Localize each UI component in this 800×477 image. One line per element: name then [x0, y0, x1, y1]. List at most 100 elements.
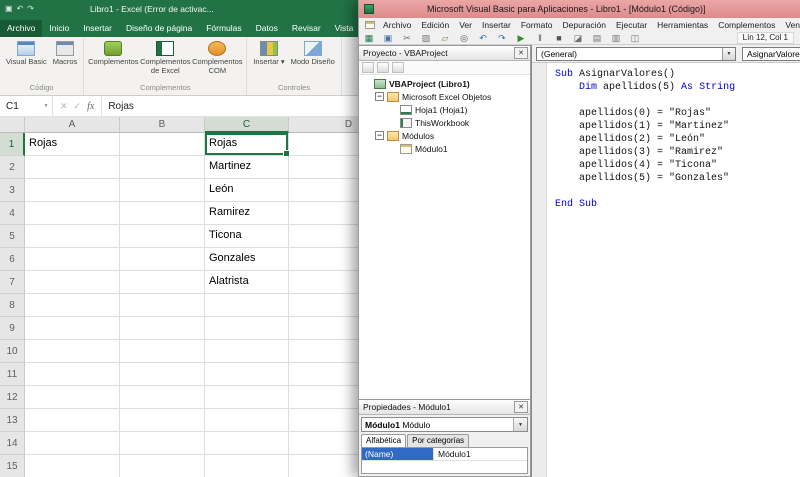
select-all-corner[interactable] — [0, 117, 25, 133]
row-header-7[interactable]: 7 — [0, 271, 25, 294]
column-header-A[interactable]: A — [25, 117, 120, 133]
ribbon-tab-inicio[interactable]: Inicio — [42, 20, 76, 37]
cell-D13[interactable] — [289, 409, 362, 432]
cell-A3[interactable] — [25, 179, 120, 202]
tree-item-modulos[interactable]: − Módulos — [359, 129, 530, 142]
cell-C15[interactable] — [205, 455, 289, 477]
object-selector[interactable]: Módulo1 Módulo ▼ — [361, 417, 528, 432]
ribbon-button-complementos-de-excel[interactable]: Complementos de Excel — [139, 39, 191, 77]
row-header-6[interactable]: 6 — [0, 248, 25, 271]
menu-complementos[interactable]: Complementos — [713, 20, 780, 30]
ribbon-tab-insertar[interactable]: Insertar — [76, 20, 119, 37]
row-header-4[interactable]: 4 — [0, 202, 25, 225]
cell-A10[interactable] — [25, 340, 120, 363]
cell-D10[interactable] — [289, 340, 362, 363]
ribbon-tab-formulas[interactable]: Fórmulas — [199, 20, 248, 37]
menu-edicion[interactable]: Edición — [416, 20, 454, 30]
properties-window-icon[interactable]: ▥ — [610, 32, 622, 44]
tree-item-microsoft-excel-objetos[interactable]: − Microsoft Excel Objetos — [359, 90, 530, 103]
cell-A7[interactable] — [25, 271, 120, 294]
project-explorer-icon[interactable]: ▤ — [591, 32, 603, 44]
cell-D8[interactable] — [289, 294, 362, 317]
cell-A8[interactable] — [25, 294, 120, 317]
cell-B12[interactable] — [120, 386, 205, 409]
cell-A14[interactable] — [25, 432, 120, 455]
cell-A2[interactable] — [25, 156, 120, 179]
run-icon[interactable]: ▶ — [515, 32, 527, 44]
formula-bar[interactable]: Rojas — [102, 96, 362, 116]
code-editor-text[interactable]: Sub AsignarValores() Dim apellidos(5) As… — [547, 63, 800, 477]
copy-icon[interactable]: ▨ — [420, 32, 432, 44]
ribbon-tab-diseno-de-pagina[interactable]: Diseño de página — [119, 20, 199, 37]
cell-C7[interactable]: Alatrista — [205, 271, 289, 294]
cell-A12[interactable] — [25, 386, 120, 409]
view-excel-icon[interactable]: ▦ — [363, 32, 375, 44]
row-header-9[interactable]: 9 — [0, 317, 25, 340]
cell-B11[interactable] — [120, 363, 205, 386]
menu-formato[interactable]: Formato — [516, 20, 558, 30]
cell-C3[interactable]: León — [205, 179, 289, 202]
toggle-folders-icon[interactable] — [392, 62, 404, 73]
column-header-C[interactable]: C — [205, 117, 289, 133]
ribbon-button-macros[interactable]: Macros — [50, 39, 81, 69]
tree-item-vbaproject-libro1[interactable]: VBAProject (Libro1) — [359, 77, 530, 90]
expander-icon[interactable]: − — [375, 92, 384, 101]
cell-C5[interactable]: Ticona — [205, 225, 289, 248]
ribbon-tab-archivo[interactable]: Archivo — [0, 20, 43, 37]
cell-B8[interactable] — [120, 294, 205, 317]
tree-item-modulo1[interactable]: Módulo1 — [359, 142, 530, 155]
cell-B5[interactable] — [120, 225, 205, 248]
undo-icon[interactable]: ↶ — [17, 4, 24, 14]
cell-C9[interactable] — [205, 317, 289, 340]
break-icon[interactable]: ‖ — [534, 32, 546, 44]
cell-D9[interactable] — [289, 317, 362, 340]
row-header-1[interactable]: 1 — [0, 133, 25, 156]
cell-B14[interactable] — [120, 432, 205, 455]
cell-B9[interactable] — [120, 317, 205, 340]
menu-ver[interactable]: Ver — [454, 20, 477, 30]
save-icon[interactable]: ▣ — [382, 32, 394, 44]
insert-function-icon[interactable]: fx — [87, 101, 94, 112]
cell-A4[interactable] — [25, 202, 120, 225]
name-box-dropdown-icon[interactable]: ▼ — [40, 96, 53, 116]
ribbon-button-insertar[interactable]: Insertar ▾ — [250, 39, 287, 69]
ribbon-tab-vista[interactable]: Vista — [328, 20, 361, 37]
cell-B15[interactable] — [120, 455, 205, 477]
cell-A1[interactable]: Rojas — [25, 133, 120, 156]
cell-C2[interactable]: Martinez — [205, 156, 289, 179]
cell-C8[interactable] — [205, 294, 289, 317]
cell-D12[interactable] — [289, 386, 362, 409]
enter-icon[interactable]: ✓ — [74, 101, 82, 112]
cell-B2[interactable] — [120, 156, 205, 179]
object-dropdown[interactable]: (General) ▼ — [536, 46, 736, 61]
cell-C14[interactable] — [205, 432, 289, 455]
cell-C11[interactable] — [205, 363, 289, 386]
cell-B3[interactable] — [120, 179, 205, 202]
redo-icon[interactable]: ↷ — [496, 32, 508, 44]
save-icon[interactable]: ▣ — [5, 4, 13, 14]
object-dropdown-arrow-icon[interactable]: ▼ — [722, 47, 735, 60]
menu-insertar[interactable]: Insertar — [477, 20, 516, 30]
cell-C10[interactable] — [205, 340, 289, 363]
cell-C4[interactable]: Ramirez — [205, 202, 289, 225]
cell-C1[interactable]: Rojas — [205, 133, 290, 156]
ribbon-button-visual-basic[interactable]: Visual Basic — [3, 39, 50, 69]
menu-archivo[interactable]: Archivo — [378, 20, 416, 30]
row-header-13[interactable]: 13 — [0, 409, 25, 432]
menu-depuracion[interactable]: Depuración — [557, 20, 610, 30]
cell-D15[interactable] — [289, 455, 362, 477]
cell-B10[interactable] — [120, 340, 205, 363]
property-value[interactable]: Módulo1 — [434, 448, 527, 460]
row-header-3[interactable]: 3 — [0, 179, 25, 202]
row-header-15[interactable]: 15 — [0, 455, 25, 477]
cell-B13[interactable] — [120, 409, 205, 432]
ribbon-tab-revisar[interactable]: Revisar — [285, 20, 328, 37]
row-header-8[interactable]: 8 — [0, 294, 25, 317]
properties-panel-close-icon[interactable]: ✕ — [514, 401, 528, 413]
cell-D5[interactable] — [289, 225, 362, 248]
cell-A6[interactable] — [25, 248, 120, 271]
cell-D4[interactable] — [289, 202, 362, 225]
undo-icon[interactable]: ↶ — [477, 32, 489, 44]
column-header-D[interactable]: D — [289, 117, 362, 133]
ribbon-button-complementos[interactable]: Complementos — [87, 39, 139, 69]
